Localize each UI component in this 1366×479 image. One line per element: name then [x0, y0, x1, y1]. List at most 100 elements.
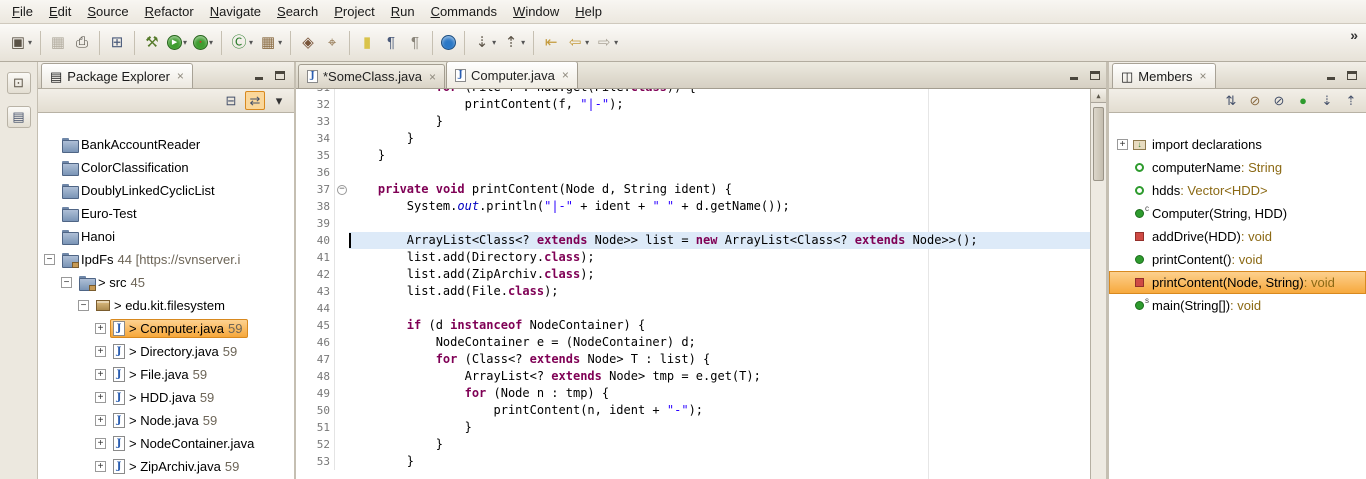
editor-tab-someclass-java[interactable]: J*SomeClass.java×: [298, 64, 445, 88]
view-menu-icon[interactable]: ▾: [269, 91, 289, 110]
member-main-string[interactable]: smain(String[]) : void: [1109, 294, 1366, 317]
new-package-icon[interactable]: ▦▾: [256, 30, 285, 56]
print-icon[interactable]: ⎙: [70, 30, 94, 56]
code-line-39[interactable]: 39: [296, 215, 1090, 232]
code-line-53[interactable]: 53 }: [296, 453, 1090, 470]
member-import-declarations[interactable]: +↓import declarations: [1109, 133, 1366, 156]
package-explorer-tab[interactable]: ▤ Package Explorer ×: [41, 63, 193, 88]
member-printcontent-node-string[interactable]: printContent(Node, String) : void: [1109, 271, 1366, 294]
code-line-33[interactable]: 33 }: [296, 113, 1090, 130]
show-subtypes-icon[interactable]: ⇣: [1317, 91, 1337, 110]
tree-item-file-java[interactable]: +J> File.java 59: [38, 363, 294, 386]
close-tab-icon[interactable]: ×: [562, 68, 569, 82]
collapse-icon[interactable]: −: [61, 277, 72, 288]
code-line-36[interactable]: 36: [296, 164, 1090, 181]
code-line-48[interactable]: 48 ArrayList<? extends Node> tmp = e.get…: [296, 368, 1090, 385]
editor-scrollbar[interactable]: ▲: [1090, 89, 1106, 479]
toolbar-overflow-chevron[interactable]: »: [1350, 27, 1358, 43]
menu-file[interactable]: File: [4, 1, 41, 22]
tree-item-bankaccountreader[interactable]: BankAccountReader: [38, 133, 294, 156]
scroll-up-icon[interactable]: ▲: [1091, 89, 1106, 103]
hide-static-icon[interactable]: ⊘: [1269, 91, 1289, 110]
code-line-38[interactable]: 38 System.out.println("|-" + ident + " "…: [296, 198, 1090, 215]
tree-item-directory-java[interactable]: +J> Directory.java 59: [38, 340, 294, 363]
link-with-editor-icon[interactable]: ⇄: [245, 91, 265, 110]
member-computer-string-hdd[interactable]: cComputer(String, HDD): [1109, 202, 1366, 225]
menu-window[interactable]: Window: [505, 1, 567, 22]
code-line-50[interactable]: 50 printContent(n, ident + "-");: [296, 402, 1090, 419]
code-line-31[interactable]: 31 for (File f : hdd.get(File.class)) {: [296, 89, 1090, 96]
close-view-icon[interactable]: ×: [177, 69, 184, 83]
mark-occurrences-icon[interactable]: ▮: [355, 30, 379, 56]
debug-icon[interactable]: ⚒: [140, 30, 164, 56]
expand-icon[interactable]: +: [95, 369, 106, 380]
tree-item-edu-kit-filesystem[interactable]: −> edu.kit.filesystem: [38, 294, 294, 317]
menu-help[interactable]: Help: [567, 1, 610, 22]
member-printcontent[interactable]: printContent() : void: [1109, 248, 1366, 271]
code-line-49[interactable]: 49 for (Node n : tmp) {: [296, 385, 1090, 402]
save-icon[interactable]: ▦: [46, 30, 70, 56]
show-supertypes-icon[interactable]: ⇡: [1341, 91, 1361, 110]
menu-edit[interactable]: Edit: [41, 1, 79, 22]
code-line-35[interactable]: 35 }: [296, 147, 1090, 164]
code-line-41[interactable]: 41 list.add(Directory.class);: [296, 249, 1090, 266]
code-line-40[interactable]: 40 ArrayList<Class<? extends Node>> list…: [296, 232, 1090, 249]
scrollbar-thumb[interactable]: [1093, 107, 1104, 181]
sort-icon[interactable]: ⇅: [1221, 91, 1241, 110]
tree-item-node-java[interactable]: +J> Node.java 59: [38, 409, 294, 432]
code-line-37[interactable]: 37− private void printContent(Node d, St…: [296, 181, 1090, 198]
open-type-icon[interactable]: ◈: [296, 30, 320, 56]
tree-item-hanoi[interactable]: Hanoi: [38, 225, 294, 248]
tree-item-computer-java[interactable]: +J> Computer.java 59: [38, 317, 294, 340]
code-line-32[interactable]: 32 printContent(f, "|-");: [296, 96, 1090, 113]
web-browser-icon[interactable]: [438, 30, 459, 56]
code-line-34[interactable]: 34 }: [296, 130, 1090, 147]
code-line-51[interactable]: 51 }: [296, 419, 1090, 436]
maximize-button[interactable]: [271, 68, 288, 83]
expand-icon[interactable]: +: [95, 346, 106, 357]
tree-item-doublylinkedcycliclist[interactable]: DoublyLinkedCyclicList: [38, 179, 294, 202]
code-line-47[interactable]: 47 for (Class<? extends Node> T : list) …: [296, 351, 1090, 368]
editor-body[interactable]: 31 for (File f : hdd.get(File.class)) {3…: [296, 89, 1106, 479]
collapse-icon[interactable]: −: [44, 254, 55, 265]
menu-commands[interactable]: Commands: [423, 1, 505, 22]
code-line-46[interactable]: 46 NodeContainer e = (NodeContainer) d;: [296, 334, 1090, 351]
show-whitespace-icon[interactable]: ¶: [379, 30, 403, 56]
hide-nonpublic-icon[interactable]: ●: [1293, 91, 1313, 110]
menu-run[interactable]: Run: [383, 1, 423, 22]
collapse-icon[interactable]: −: [78, 300, 89, 311]
restore-view-icon[interactable]: ⊡: [7, 72, 31, 94]
run-icon[interactable]: ▶▾: [164, 30, 190, 56]
java-perspective-icon[interactable]: ⊞: [105, 30, 129, 56]
collapse-all-icon[interactable]: ⊟: [221, 91, 241, 110]
search-icon[interactable]: ⌖: [320, 30, 344, 56]
tree-item-nodecontainer-java[interactable]: +J> NodeContainer.java: [38, 432, 294, 455]
minimize-button[interactable]: [250, 68, 267, 83]
external-tools-icon[interactable]: ▪▾: [190, 30, 216, 56]
tree-item-euro-test[interactable]: Euro-Test: [38, 202, 294, 225]
next-annotation-icon[interactable]: ⇣▾: [470, 30, 499, 56]
code-line-52[interactable]: 52 }: [296, 436, 1090, 453]
back-icon[interactable]: ⇦▾: [563, 30, 592, 56]
tree-item-colorclassification[interactable]: ColorClassification: [38, 156, 294, 179]
console-view-icon[interactable]: ▤: [7, 106, 31, 128]
expand-icon[interactable]: +: [1117, 139, 1128, 150]
new-wizard-icon[interactable]: ▣▾: [6, 30, 35, 56]
menu-refactor[interactable]: Refactor: [137, 1, 202, 22]
code-line-43[interactable]: 43 list.add(File.class);: [296, 283, 1090, 300]
last-edit-location-icon[interactable]: ⇤: [539, 30, 563, 56]
tree-item-src[interactable]: −> src 45: [38, 271, 294, 294]
member-computername[interactable]: computerName : String: [1109, 156, 1366, 179]
code-line-42[interactable]: 42 list.add(ZipArchiv.class);: [296, 266, 1090, 283]
fold-collapse-icon[interactable]: −: [335, 181, 349, 198]
editor-tab-computer-java[interactable]: JComputer.java×: [446, 61, 578, 88]
expand-icon[interactable]: +: [95, 392, 106, 403]
menu-search[interactable]: Search: [269, 1, 326, 22]
close-tab-icon[interactable]: ×: [429, 70, 436, 84]
member-adddrive-hdd[interactable]: addDrive(HDD) : void: [1109, 225, 1366, 248]
expand-icon[interactable]: +: [95, 461, 106, 472]
menu-navigate[interactable]: Navigate: [202, 1, 269, 22]
menu-source[interactable]: Source: [79, 1, 136, 22]
close-view-icon[interactable]: ×: [1199, 69, 1206, 83]
prev-annotation-icon[interactable]: ⇡▾: [499, 30, 528, 56]
